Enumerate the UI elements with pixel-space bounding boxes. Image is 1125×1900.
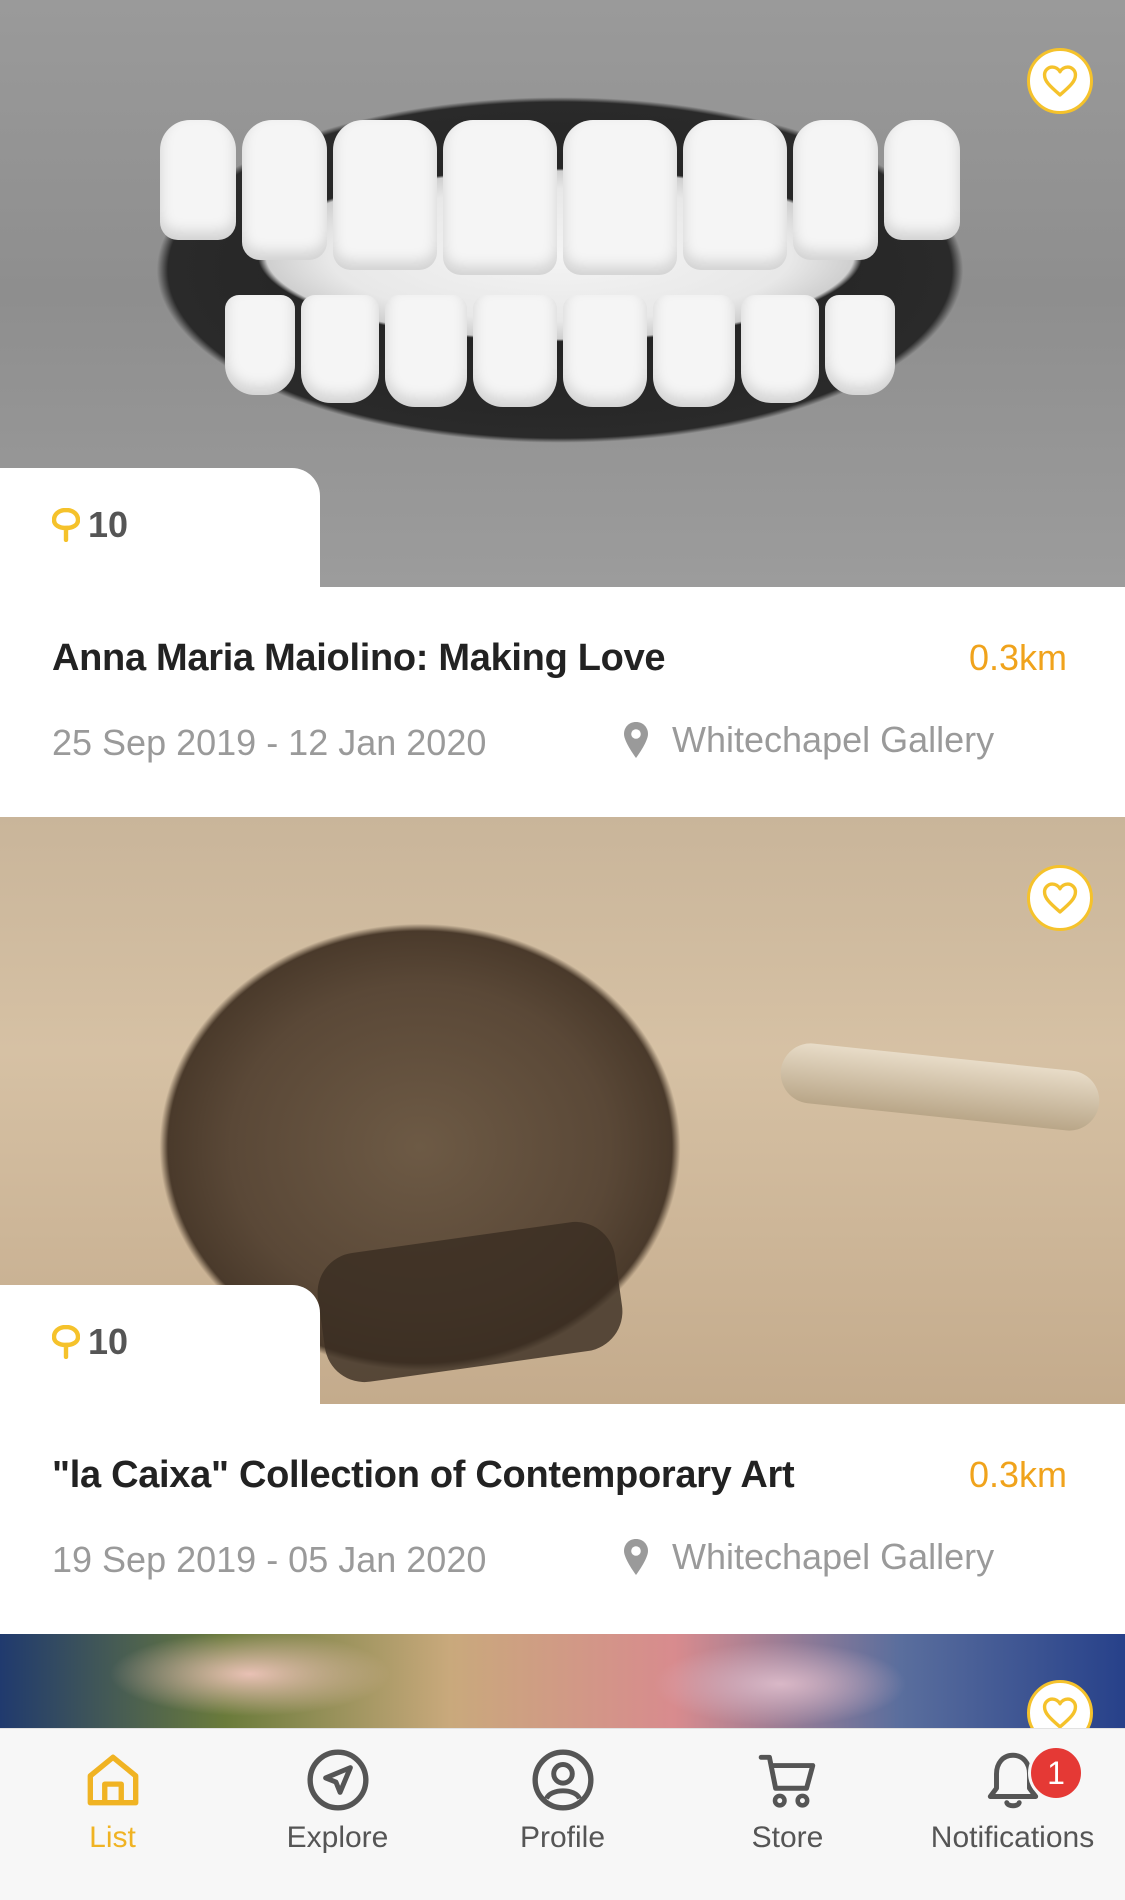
exhibition-card[interactable]: 10 "la Caixa" Collection of Contemporary… xyxy=(0,817,1125,1634)
exhibition-feed[interactable]: 10 Anna Maria Maiolino: Making Love 0.3k… xyxy=(0,0,1125,1728)
exhibition-card[interactable]: 10 Anna Maria Maiolino: Making Love 0.3k… xyxy=(0,0,1125,817)
exhibition-dates: 19 Sep 2019 - 05 Jan 2020 xyxy=(52,1539,487,1580)
cart-icon xyxy=(758,1754,815,1808)
venue-link[interactable]: Whitechapel Gallery xyxy=(620,1536,994,1578)
tab-store[interactable]: Store xyxy=(675,1747,900,1887)
exhibition-title[interactable]: "la Caixa" Collection of Contemporary Ar… xyxy=(52,1454,795,1497)
favorite-button[interactable] xyxy=(1027,48,1093,114)
venue-name: Whitechapel Gallery xyxy=(672,719,995,760)
card-details[interactable]: "la Caixa" Collection of Contemporary Ar… xyxy=(0,1404,1125,1634)
user-circle-icon xyxy=(531,1749,594,1811)
favorite-button[interactable] xyxy=(1027,865,1093,931)
card-details[interactable]: Anna Maria Maiolino: Making Love 0.3km 2… xyxy=(0,587,1125,817)
distance-label: 0.3km xyxy=(968,1454,1067,1495)
tab-notifications[interactable]: 1 Notifications xyxy=(900,1745,1125,1887)
heart-icon xyxy=(1042,882,1078,914)
venue-name: Whitechapel Gallery xyxy=(672,1536,995,1577)
heart-icon xyxy=(1042,1697,1078,1728)
tab-label: List xyxy=(89,1821,136,1854)
exhibition-dates: 25 Sep 2019 - 12 Jan 2020 xyxy=(52,722,487,763)
exhibition-title[interactable]: Anna Maria Maiolino: Making Love xyxy=(52,637,666,680)
distance-label: 0.3km xyxy=(968,637,1067,678)
points-tab: 10 xyxy=(0,1285,320,1405)
location-pin-icon xyxy=(624,722,648,758)
points-value: 10 xyxy=(88,1321,129,1362)
points-icon xyxy=(52,1325,80,1359)
tab-profile[interactable]: Profile xyxy=(450,1747,675,1887)
points-value: 10 xyxy=(88,504,129,545)
exhibition-image[interactable] xyxy=(0,1634,1125,1728)
tab-label: Notifications xyxy=(930,1821,1095,1854)
notification-badge: 1 xyxy=(1028,1745,1084,1801)
home-icon xyxy=(87,1754,138,1806)
tab-label: Explore xyxy=(286,1821,389,1854)
points-tab: 10 xyxy=(0,468,320,588)
bottom-tab-bar: List Explore Profile Store 1 Notificatio… xyxy=(0,1728,1125,1900)
location-pin-icon xyxy=(624,1539,648,1575)
navigation-arrow-icon xyxy=(306,1749,369,1811)
venue-link[interactable]: Whitechapel Gallery xyxy=(620,719,994,761)
tab-label: Store xyxy=(751,1821,824,1854)
tab-label: Profile xyxy=(519,1821,606,1854)
tab-explore[interactable]: Explore xyxy=(225,1747,450,1887)
tab-list[interactable]: List xyxy=(0,1747,225,1887)
heart-icon xyxy=(1042,65,1078,97)
points-icon xyxy=(52,508,80,542)
exhibition-card[interactable] xyxy=(0,1634,1125,1728)
